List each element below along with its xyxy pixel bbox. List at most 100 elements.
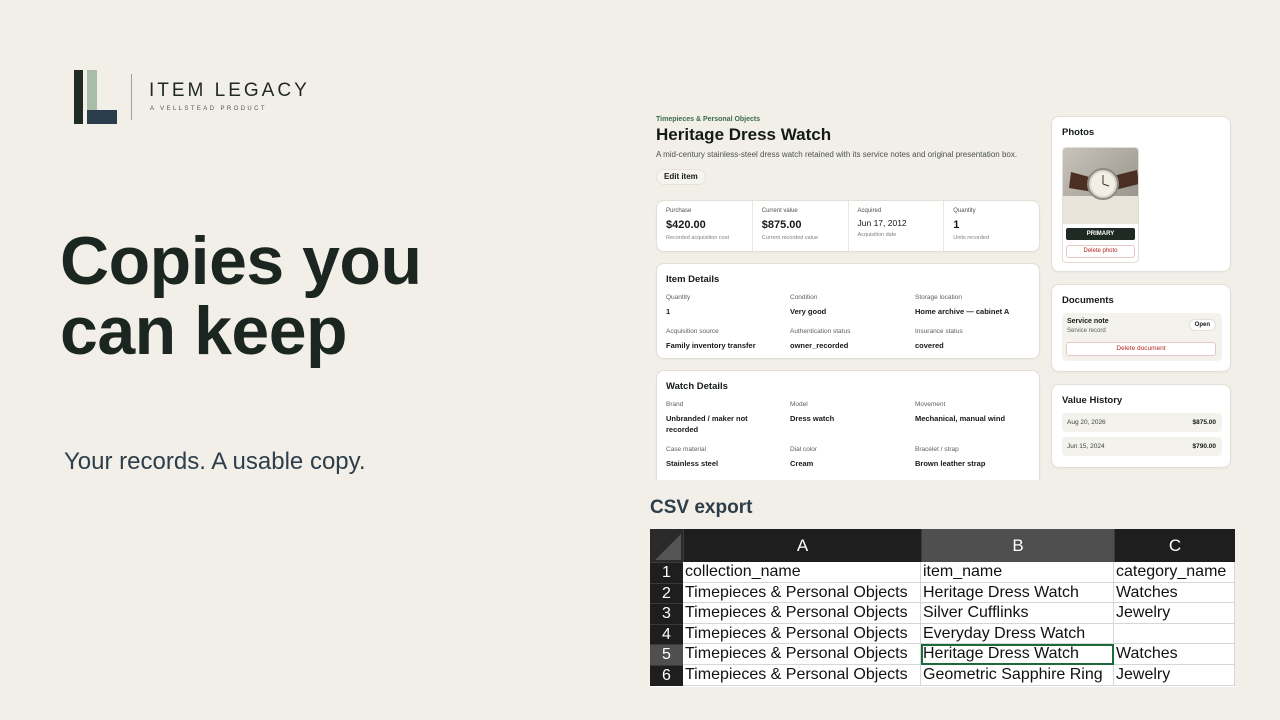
table-cell[interactable]: Timepieces & Personal Objects [683,603,921,624]
field-value: Home archive — cabinet A [915,307,1010,316]
item-detail-screen: Timepieces & Personal Objects Heritage D… [648,108,1240,480]
document-row: Service note Service record Open Delete … [1062,313,1222,361]
table-cell[interactable]: Timepieces & Personal Objects [683,644,921,665]
table-cell[interactable]: collection_name [683,562,921,583]
card-title: Watch Details [666,381,728,392]
history-date: Jun 15, 2024 [1067,443,1105,450]
column-header-c[interactable]: C [1114,529,1235,562]
detail-field: Movement Mechanical, manual wind [915,401,1035,435]
history-value: $875.00 [1192,419,1217,426]
detail-field: Authentication status owner_recorded [790,328,915,351]
column-header-b[interactable]: B [921,529,1114,562]
column-header-a[interactable]: A [683,529,921,562]
stat-quantity: Quantity 1 Units recorded [944,201,1039,251]
item-description: A mid-century stainless-steel dress watc… [656,150,1018,159]
table-cell[interactable]: Timepieces & Personal Objects [683,582,921,604]
document-name: Service note [1067,318,1109,325]
hero-headline: Copies you can keep [60,226,580,366]
field-value: owner_recorded [790,341,849,350]
document-type: Service record [1067,328,1106,334]
field-value: covered [915,341,944,350]
stat-sub: Recorded acquisition cost [666,235,729,241]
table-cell[interactable]: Geometric Sapphire Ring [921,665,1114,686]
detail-field: Acquisition source Family inventory trans… [666,328,790,351]
stat-sub: Current recorded value [761,235,819,241]
edit-item-button[interactable]: Edit item [656,169,706,185]
card-title: Photos [1062,127,1095,138]
item-details-card: Item Details Quantity 1 Condition Very goo… [656,263,1040,359]
table-cell[interactable]: Jewelry [1114,603,1235,624]
stats-card: Purchase $420.00 Recorded acquisition co… [656,200,1040,252]
field-value: Stainless steel [666,459,719,468]
brand-logo: ITEM LEGACY A VELLSTEAD PRODUCT [74,70,334,126]
table-cell[interactable]: Everyday Dress Watch [921,623,1114,645]
table-cell[interactable]: Watches [1114,582,1235,604]
watch-photo-image[interactable] [1063,148,1139,224]
table-cell[interactable]: Silver Cufflinks [921,603,1114,624]
table-cell[interactable]: Watches [1114,644,1235,665]
detail-field: Insurance status covered [915,328,1035,351]
row-header[interactable]: 6 [650,665,683,686]
hero-headline-line1: Copies you [60,223,422,299]
select-all-corner[interactable] [650,529,683,562]
field-value: Family inventory transfer [666,341,756,350]
stat-label: Current value [761,208,798,214]
row-header[interactable]: 2 [650,582,683,604]
delete-document-button[interactable]: Delete document [1066,342,1216,356]
detail-field: Bracelet / strap Brown leather strap [915,446,1035,469]
row-header[interactable]: 5 [650,644,683,665]
stat-value: 1 [953,219,960,231]
csv-export-label: CSV export [650,497,753,518]
field-label: Model [790,401,808,408]
logo-divider [131,74,132,120]
spreadsheet: A B C 1 collection_name item_name catego… [650,529,1235,687]
history-value: $790.00 [1192,443,1217,450]
field-value: Very good [790,307,827,316]
stat-value: $875.00 [761,219,802,231]
field-value: Unbranded / maker not recorded [666,414,748,434]
row-header[interactable]: 4 [650,623,683,645]
card-title: Value History [1062,395,1123,406]
photos-card: Photos PRIMARY Delete photo [1051,116,1231,272]
stat-label: Quantity [953,208,976,214]
history-row: Aug 20, 2026 $875.00 [1062,413,1222,432]
open-document-button[interactable]: Open [1188,319,1216,331]
select-all-icon [655,534,681,560]
table-cell[interactable]: Jewelry [1114,665,1235,686]
photo-tile[interactable]: PRIMARY Delete photo [1062,147,1139,263]
field-label: Brand [666,401,684,408]
table-cell[interactable]: category_name [1114,562,1235,583]
delete-photo-button[interactable]: Delete photo [1066,245,1135,258]
detail-field: Condition Very good [790,294,915,317]
detail-field: Dial color Cream [790,446,915,469]
detail-field: Quantity 1 [666,294,790,317]
table-cell[interactable]: Heritage Dress Watch [921,582,1114,604]
field-label: Dial color [790,446,818,453]
stat-purchase: Purchase $420.00 Recorded acquisition co… [657,201,753,251]
row-header[interactable]: 3 [650,603,683,624]
row-header[interactable]: 1 [650,562,683,583]
history-row: Jun 15, 2024 $790.00 [1062,437,1222,456]
logo-mark-icon [74,70,118,124]
stat-current-value: Current value $875.00 Current recorded v… [753,201,849,251]
stat-value: Jun 17, 2012 [857,218,907,228]
active-cell[interactable]: Heritage Dress Watch [921,644,1114,665]
field-label: Storage location [915,294,962,301]
card-title: Documents [1062,295,1114,306]
field-value: Mechanical, manual wind [915,414,1006,423]
hero-subline: Your records. A usable copy. [64,448,366,475]
table-cell[interactable]: Timepieces & Personal Objects [683,623,921,645]
breadcrumb[interactable]: Timepieces & Personal Objects [656,116,760,123]
table-cell[interactable] [1114,623,1235,645]
field-label: Authentication status [790,328,851,335]
table-cell[interactable]: item_name [921,562,1114,583]
stat-value: $420.00 [666,219,706,231]
detail-field: Case material Stainless steel [666,446,790,469]
card-title: Item Details [666,274,720,285]
stat-acquired: Acquired Jun 17, 2012 Acquisition date [849,201,945,251]
hero-headline-line2: can keep [60,293,348,369]
watch-details-card: Watch Details Brand Unbranded / maker not… [656,370,1040,480]
stat-sub: Acquisition date [857,232,897,238]
table-cell[interactable]: Timepieces & Personal Objects [683,665,921,686]
field-label: Movement [915,401,946,408]
